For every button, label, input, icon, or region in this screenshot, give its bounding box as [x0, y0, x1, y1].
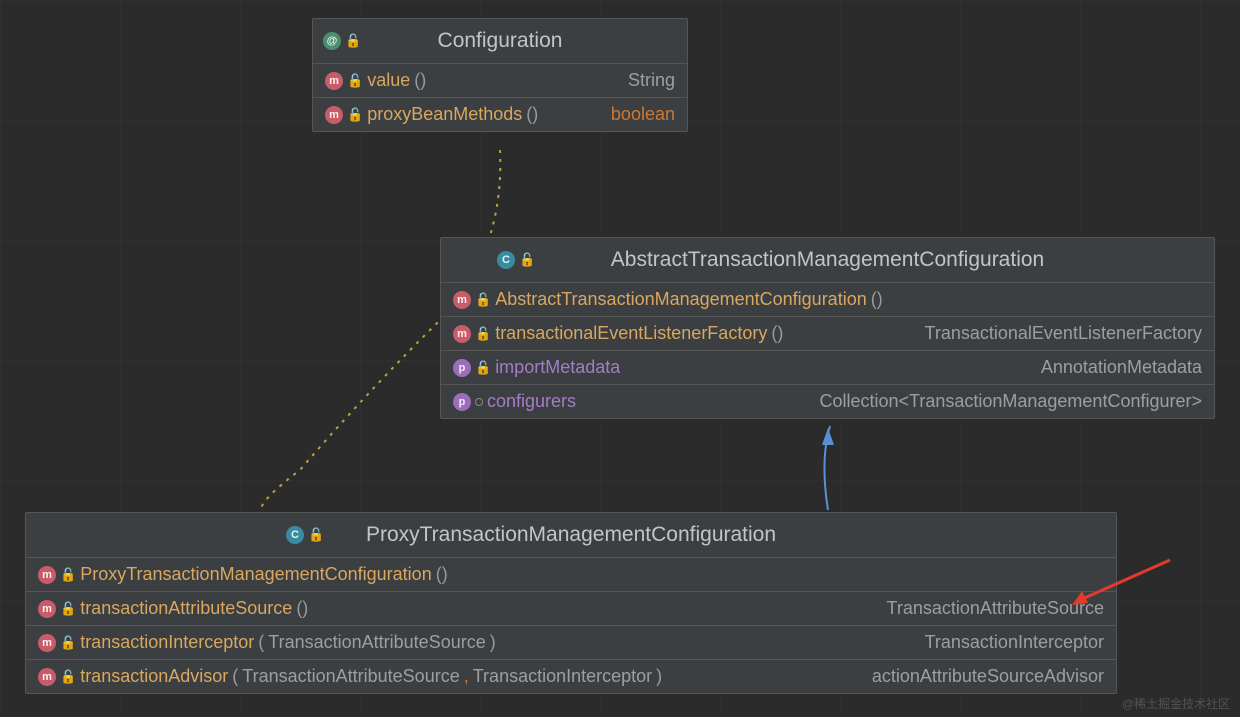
member-name: transactionAttributeSource	[80, 598, 292, 619]
class-header: @ 🔓 Configuration	[313, 19, 687, 64]
lock-icon: 🔓	[347, 73, 363, 89]
member-name: ProxyTransactionManagementConfiguration	[80, 564, 432, 585]
member-row[interactable]: m 🔓 AbstractTransactionManagementConfigu…	[441, 283, 1214, 317]
return-type: actionAttributeSourceAdvisor	[872, 666, 1104, 687]
method-icon: m	[325, 72, 343, 90]
member-row[interactable]: m 🔓 value() String	[313, 64, 687, 98]
property-icon: p	[453, 359, 471, 377]
member-row[interactable]: p 🔓 importMetadata AnnotationMetadata	[441, 351, 1214, 385]
member-name: transactionInterceptor	[80, 632, 254, 653]
member-name: transactionalEventListenerFactory	[495, 323, 767, 344]
lock-icon: 🔓	[475, 360, 491, 376]
method-icon: m	[38, 566, 56, 584]
member-name: AbstractTransactionManagementConfigurati…	[495, 289, 867, 310]
member-row[interactable]: m 🔓 proxyBeanMethods() boolean	[313, 98, 687, 131]
lock-icon: 🔓	[308, 527, 324, 543]
property-icon: p	[453, 393, 471, 411]
member-row[interactable]: p configurers Collection<TransactionMana…	[441, 385, 1214, 418]
return-type: AnnotationMetadata	[1041, 357, 1202, 378]
method-icon: m	[38, 668, 56, 686]
class-header: C 🔓 AbstractTransactionManagementConfigu…	[441, 238, 1214, 283]
lock-icon: 🔓	[347, 107, 363, 123]
class-title: ProxyTransactionManagementConfiguration	[366, 523, 776, 546]
member-row[interactable]: m 🔓 transactionAdvisor(TransactionAttrib…	[26, 660, 1116, 693]
lock-icon: 🔓	[60, 601, 76, 617]
return-type: TransactionalEventListenerFactory	[925, 323, 1202, 344]
method-icon: m	[38, 600, 56, 618]
class-icon: C	[497, 251, 515, 269]
member-name: proxyBeanMethods	[367, 104, 522, 125]
class-icon: C	[286, 526, 304, 544]
member-row[interactable]: m 🔓 ProxyTransactionManagementConfigurat…	[26, 558, 1116, 592]
lock-icon: 🔓	[60, 567, 76, 583]
return-type: TransactionAttributeSource	[887, 598, 1104, 619]
lock-icon: 🔓	[475, 326, 491, 342]
watermark: @稀土掘金技术社区	[1122, 695, 1230, 712]
annotation-icon: @	[323, 32, 341, 50]
class-title: AbstractTransactionManagementConfigurati…	[611, 248, 1044, 271]
member-row[interactable]: m 🔓 transactionInterceptor(TransactionAt…	[26, 626, 1116, 660]
return-type: String	[628, 70, 675, 91]
lock-icon: 🔓	[475, 292, 491, 308]
lock-icon: 🔓	[60, 669, 76, 685]
class-box-proxy[interactable]: C 🔓 ProxyTransactionManagementConfigurat…	[25, 512, 1117, 694]
lock-icon: 🔓	[345, 33, 361, 49]
member-name: configurers	[487, 391, 576, 412]
method-icon: m	[453, 325, 471, 343]
member-row[interactable]: m 🔓 transactionAttributeSource() Transac…	[26, 592, 1116, 626]
return-type: TransactionInterceptor	[925, 632, 1104, 653]
lock-icon: 🔓	[519, 252, 535, 268]
class-header: C 🔓 ProxyTransactionManagementConfigurat…	[26, 513, 1116, 558]
method-icon: m	[325, 106, 343, 124]
method-icon: m	[38, 634, 56, 652]
return-type: boolean	[611, 104, 675, 125]
member-name: value	[367, 70, 410, 91]
return-type: Collection<TransactionManagementConfigur…	[819, 391, 1202, 412]
member-name: importMetadata	[495, 357, 620, 378]
member-name: transactionAdvisor	[80, 666, 228, 687]
member-row[interactable]: m 🔓 transactionalEventListenerFactory() …	[441, 317, 1214, 351]
method-icon: m	[453, 291, 471, 309]
class-box-abstract[interactable]: C 🔓 AbstractTransactionManagementConfigu…	[440, 237, 1215, 419]
lock-icon: 🔓	[60, 635, 76, 651]
circle-icon	[475, 398, 483, 406]
class-box-configuration[interactable]: @ 🔓 Configuration m 🔓 value() String m 🔓…	[312, 18, 688, 132]
class-title: Configuration	[438, 29, 563, 52]
